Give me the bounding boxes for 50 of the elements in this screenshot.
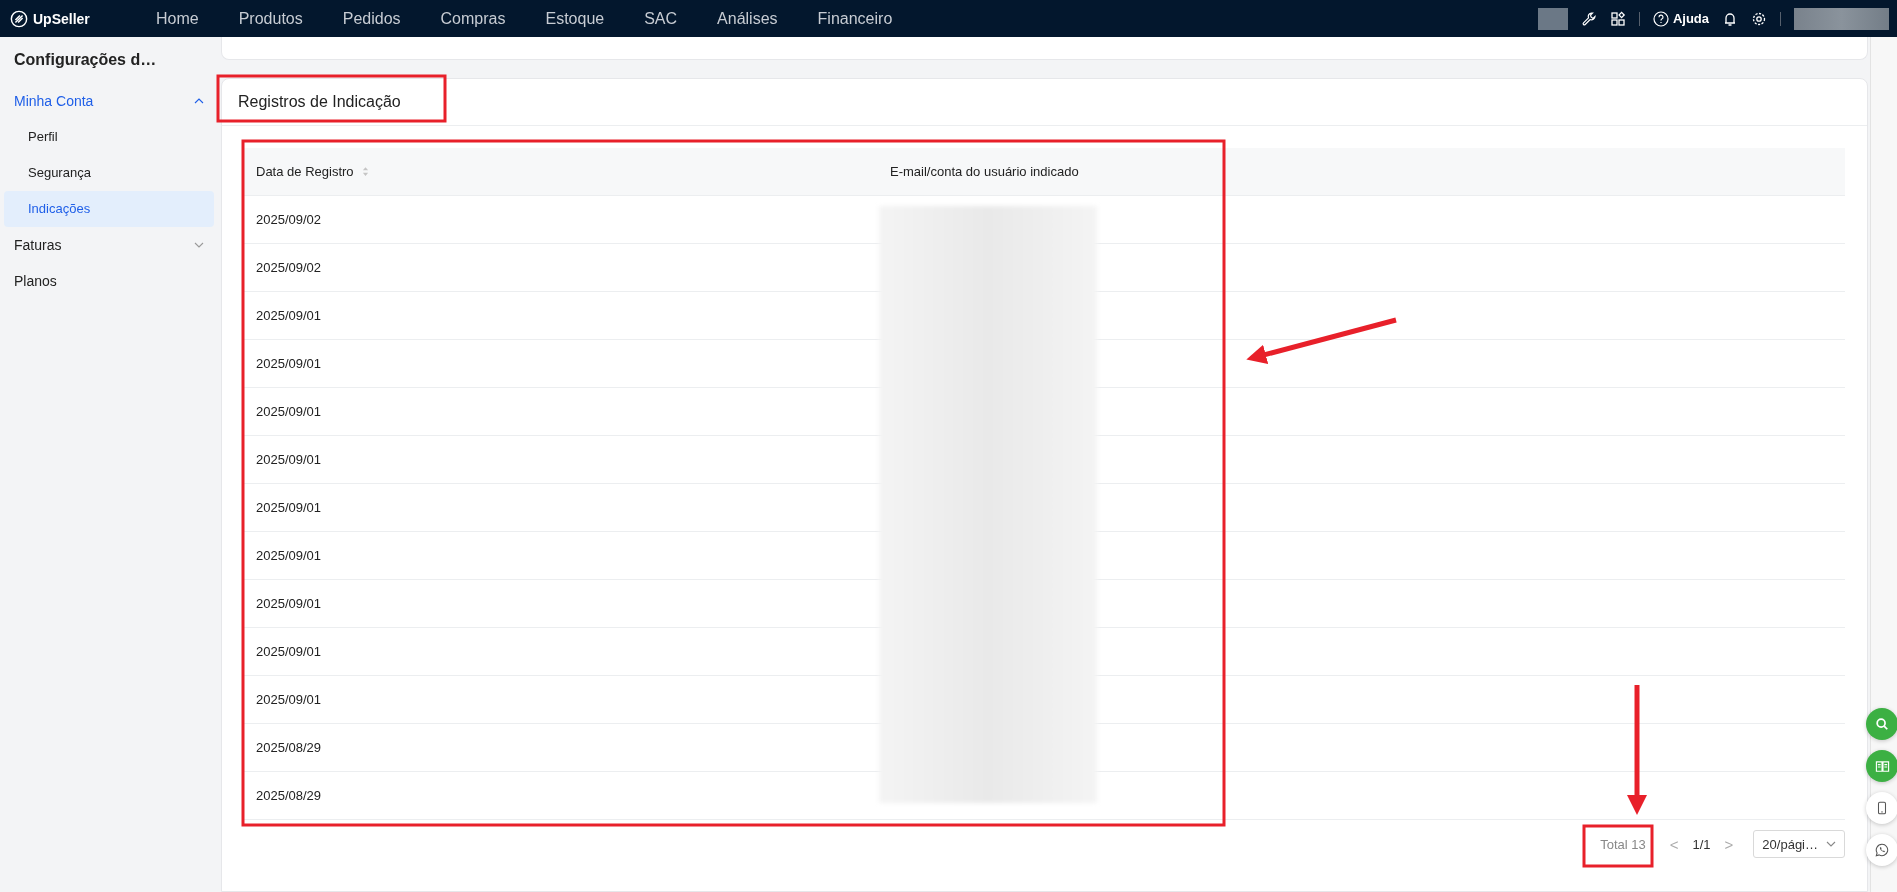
- chevron-down-icon: [1826, 841, 1836, 847]
- table-cell: 2025/09/01: [256, 596, 322, 611]
- sidebar-title: Configurações d…: [13, 50, 158, 70]
- sidebar-subitem[interactable]: Segurança: [4, 155, 214, 191]
- nav-menu-item[interactable]: Home: [136, 9, 219, 28]
- table-cell: 2025/09/01: [256, 644, 322, 659]
- chat-phone-icon: [1875, 843, 1889, 857]
- search-icon: [1875, 717, 1889, 731]
- apps-grid-icon[interactable]: [1609, 10, 1626, 27]
- sidebar-item[interactable]: Planos: [4, 263, 214, 299]
- page-indicator: 1/1: [1692, 836, 1711, 852]
- wrench-icon[interactable]: [1580, 10, 1597, 27]
- blurred-avatar: [1537, 7, 1568, 30]
- help-icon: [1652, 10, 1669, 27]
- brand-name[interactable]: UpSeller: [33, 10, 90, 27]
- nav-menu-item[interactable]: Estoque: [525, 9, 625, 28]
- table-cell: 2025/09/01: [256, 404, 322, 419]
- nav-menu-item[interactable]: SAC: [624, 9, 698, 28]
- table-cell: 2025/09/01: [256, 308, 322, 323]
- column-header: Data de Registro: [256, 164, 354, 179]
- page-size-select[interactable]: 20/pági…: [1753, 830, 1845, 858]
- table-cell: 2025/09/01: [256, 692, 322, 707]
- table-cell: 2025/08/29: [256, 740, 322, 755]
- table-cell: 2025/09/01: [256, 356, 322, 371]
- nav-menu-item[interactable]: Análises: [697, 9, 798, 28]
- nav-menu-item[interactable]: Financeiro: [797, 9, 913, 28]
- nav-menu-item[interactable]: Produtos: [218, 9, 323, 28]
- caret-icon: [194, 98, 204, 104]
- settings-icon[interactable]: [1751, 10, 1767, 27]
- sidebar-subitem[interactable]: Indicações: [4, 191, 214, 227]
- sidebar-subitem[interactable]: Perfil: [4, 119, 214, 155]
- phone-icon: [1875, 801, 1889, 815]
- card-title: Registros de Indicação: [238, 93, 401, 111]
- column-header: E-mail/conta do usuário indicado: [890, 164, 1079, 179]
- nav-menu-item[interactable]: Compras: [420, 9, 526, 28]
- table-cell: 2025/09/02: [256, 212, 322, 227]
- table-cell: 2025/09/01: [256, 548, 322, 563]
- sidebar-item[interactable]: Faturas: [4, 227, 214, 263]
- book-icon: [1874, 758, 1890, 774]
- table-cell: 2025/09/01: [256, 500, 322, 515]
- table-cell: 2025/08/29: [256, 788, 322, 803]
- annotation-box: [1582, 824, 1654, 868]
- table-cell: 2025/09/01: [256, 452, 322, 467]
- caret-icon: [194, 242, 204, 248]
- help-link[interactable]: Ajuda: [1652, 10, 1709, 27]
- sidebar-item[interactable]: Minha Conta: [4, 83, 214, 119]
- bell-icon[interactable]: [1722, 10, 1738, 27]
- table-cell: 2025/09/02: [256, 260, 322, 275]
- total-count: Total 13: [1600, 836, 1647, 852]
- nav-menu-item[interactable]: Pedidos: [322, 9, 421, 28]
